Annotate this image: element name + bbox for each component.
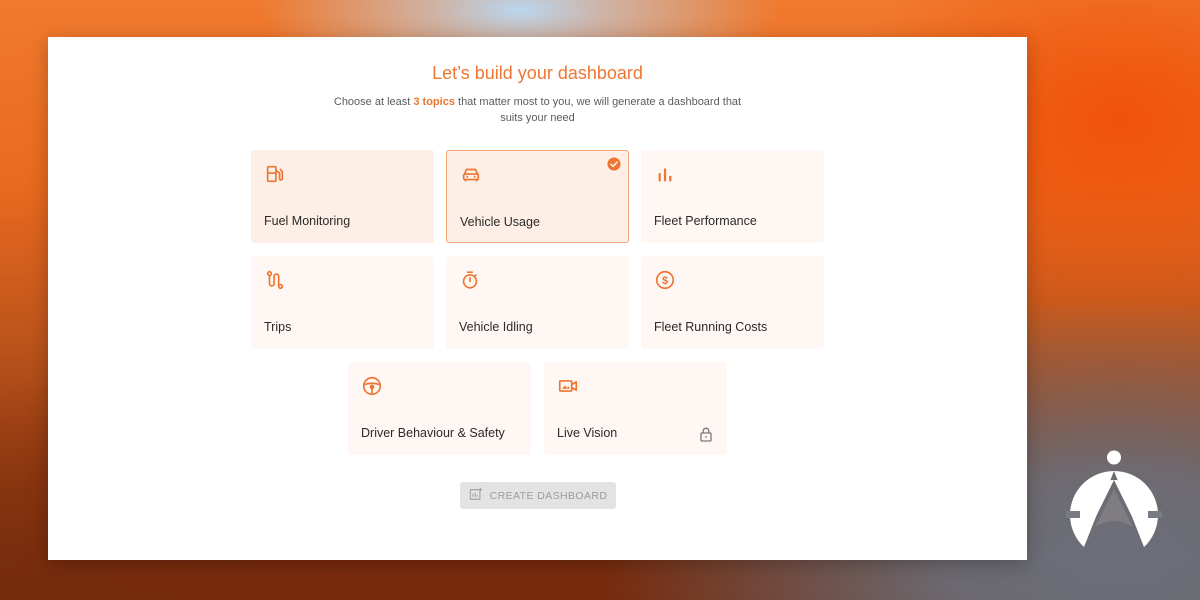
route-icon: [264, 269, 286, 291]
topic-label: Fleet Performance: [654, 214, 757, 228]
topic-label: Driver Behaviour & Safety: [361, 426, 505, 440]
topic-label: Trips: [264, 320, 292, 334]
topic-tile-fleet-performance[interactable]: Fleet Performance: [641, 150, 824, 243]
subtitle-text-end: that matter most to you, we will generat…: [454, 96, 742, 124]
topic-tile-fuel-monitoring[interactable]: Fuel Monitoring: [251, 150, 434, 243]
topic-tile-trips[interactable]: Trips: [251, 256, 434, 349]
video-camera-icon: [557, 375, 579, 397]
dollar-circle-icon: $: [654, 269, 676, 291]
topic-label: Fuel Monitoring: [264, 214, 351, 228]
topic-tile-live-vision[interactable]: Live Vision: [544, 362, 727, 455]
fuel-pump-icon: [264, 163, 286, 185]
subtitle-highlight: 3 topics: [413, 96, 455, 108]
topic-tile-vehicle-usage[interactable]: Vehicle Usage: [446, 150, 629, 243]
topic-label: Vehicle Usage: [460, 215, 540, 229]
dashboard-setup-dialog: Let’s build your dashboard Choose at lea…: [48, 37, 1027, 560]
page-title: Let’s build your dashboard: [432, 63, 643, 83]
steering-wheel-icon: [361, 375, 383, 397]
bar-chart-icon: [654, 163, 676, 185]
create-dashboard-button[interactable]: CREATE DASHBOARD: [460, 482, 616, 509]
topic-tile-vehicle-idling[interactable]: Vehicle Idling: [446, 256, 629, 349]
car-icon: [460, 164, 482, 186]
add-chart-icon: [469, 487, 483, 504]
topic-tile-driver-behaviour-safety[interactable]: Driver Behaviour & Safety: [348, 362, 531, 455]
page-subtitle: Choose at least 3 topics that matter mos…: [333, 94, 742, 126]
subtitle-text-start: Choose at least: [333, 96, 414, 108]
svg-text:$: $: [662, 275, 668, 287]
stopwatch-icon: [459, 269, 481, 291]
topic-label: Vehicle Idling: [459, 320, 533, 334]
brand-logo-icon: [1066, 449, 1162, 550]
topic-label: Live Vision: [557, 426, 618, 440]
selected-check-icon: [607, 157, 621, 171]
lock-icon: [698, 426, 714, 442]
topic-tile-fleet-running-costs[interactable]: $ Fleet Running Costs: [641, 256, 824, 349]
topic-label: Fleet Running Costs: [654, 320, 768, 334]
create-dashboard-label: CREATE DASHBOARD: [489, 489, 608, 502]
